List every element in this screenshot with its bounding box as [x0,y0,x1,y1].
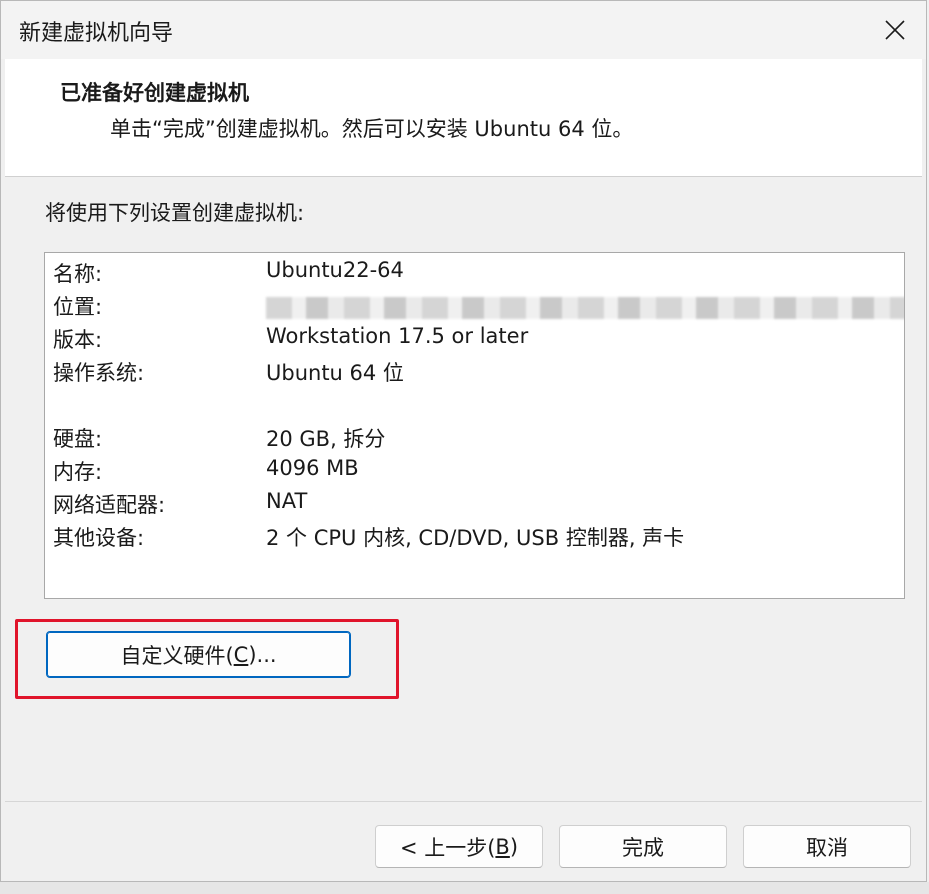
summary-value: Ubuntu 64 位 [266,361,404,385]
title-bar: 新建虚拟机向导 [1,1,926,59]
background-window-strip [0,882,929,894]
window-title: 新建虚拟机向导 [19,21,174,46]
wizard-header: 已准备好创建虚拟机 单击“完成”创建虚拟机。然后可以安装 Ubuntu 64 位… [5,59,922,177]
back-button[interactable]: < 上一步(B) [375,825,543,868]
vm-settings-summary: 名称: Ubuntu22-64 位置: 版本: Workstation 17.5… [44,252,905,599]
access-key: C [233,642,249,667]
summary-value: 4096 MB [266,456,359,480]
button-label: 自定义硬件( [120,643,234,668]
summary-key: 操作系统: [53,361,145,385]
cancel-button[interactable]: 取消 [743,825,911,868]
summary-row-location: 位置: [53,291,904,324]
button-label: ) [509,834,519,859]
summary-value: Workstation 17.5 or later [266,324,529,348]
button-label: )... [248,642,277,667]
access-key: B [495,834,510,859]
button-label: 完成 [622,835,664,860]
summary-key: 位置: [53,295,103,319]
header-title: 已准备好创建虚拟机 [60,81,249,105]
close-button[interactable] [872,7,918,53]
close-icon [885,20,905,40]
new-vm-wizard-dialog: 新建虚拟机向导 已准备好创建虚拟机 单击“完成”创建虚拟机。然后可以安装 Ubu… [0,0,927,882]
button-label: < 上一步( [399,835,496,860]
summary-value: NAT [266,489,308,513]
finish-button[interactable]: 完成 [559,825,727,868]
summary-key: 网络适配器: [53,493,166,517]
summary-key: 内存: [53,460,103,484]
summary-value: 20 GB, 拆分 [266,427,386,451]
settings-intro-label: 将使用下列设置创建虚拟机: [45,201,305,225]
summary-key: 硬盘: [53,427,103,451]
summary-key: 其他设备: [53,526,145,550]
button-label: 取消 [806,835,848,860]
summary-value: Ubuntu22-64 [266,258,404,282]
header-subtitle: 单击“完成”创建虚拟机。然后可以安装 Ubuntu 64 位。 [110,117,634,141]
customize-hardware-button[interactable]: 自定义硬件(C)... [46,631,351,678]
redacted-location-value [266,297,904,319]
summary-value: 2 个 CPU 内核, CD/DVD, USB 控制器, 声卡 [266,526,685,550]
summary-key: 版本: [53,328,103,352]
summary-key: 名称: [53,262,103,286]
footer-divider [5,801,922,802]
